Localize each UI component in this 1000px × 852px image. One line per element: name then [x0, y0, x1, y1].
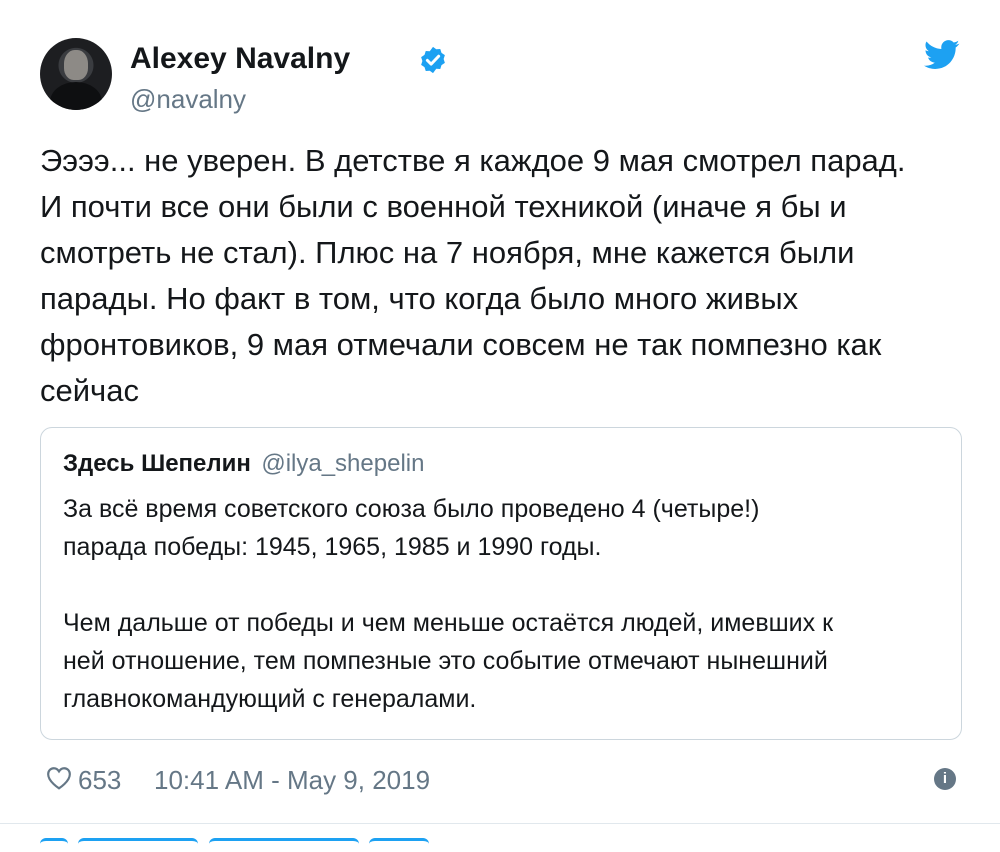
cutoff-fragment	[208, 838, 359, 852]
info-icon[interactable]: i	[934, 768, 956, 790]
quoted-author-handle: @ilya_shepelin	[261, 450, 425, 477]
tweet-footer: 653 10:41 AM - May 9, 2019 i	[40, 760, 960, 800]
tweet-header: Alexey Navalny @navalny	[40, 38, 960, 114]
avatar-body	[50, 82, 102, 110]
tweet-card: Alexey Navalny @navalny Ээээ... не увере…	[0, 0, 1000, 852]
avatar[interactable]	[40, 38, 112, 110]
quoted-tweet[interactable]: Здесь Шепелин @ilya_shepelin За всё врем…	[40, 427, 962, 740]
cutoff-fragment	[369, 838, 430, 852]
tweet-timestamp[interactable]: 10:41 AM - May 9, 2019	[154, 765, 430, 796]
heart-icon[interactable]	[46, 766, 72, 790]
cutoff-fragment	[40, 838, 68, 852]
author-display-name[interactable]: Alexey Navalny	[130, 42, 350, 76]
quoted-tweet-header: Здесь Шепелин @ilya_shepelin	[63, 450, 424, 478]
quoted-author-name: Здесь Шепелин	[63, 450, 251, 477]
quoted-tweet-text: За всё время советского союза было прове…	[63, 495, 834, 713]
tweet-text: Ээээ... не уверен. В детстве я каждое 9 …	[40, 143, 906, 408]
verified-icon	[421, 46, 445, 74]
divider	[0, 823, 1000, 824]
author-handle[interactable]: @navalny	[130, 84, 246, 115]
like-count[interactable]: 653	[78, 765, 121, 796]
cutoff-next-row	[40, 838, 460, 852]
cutoff-fragment	[78, 838, 199, 852]
avatar-face	[64, 50, 88, 80]
twitter-bird-icon[interactable]	[924, 40, 960, 70]
